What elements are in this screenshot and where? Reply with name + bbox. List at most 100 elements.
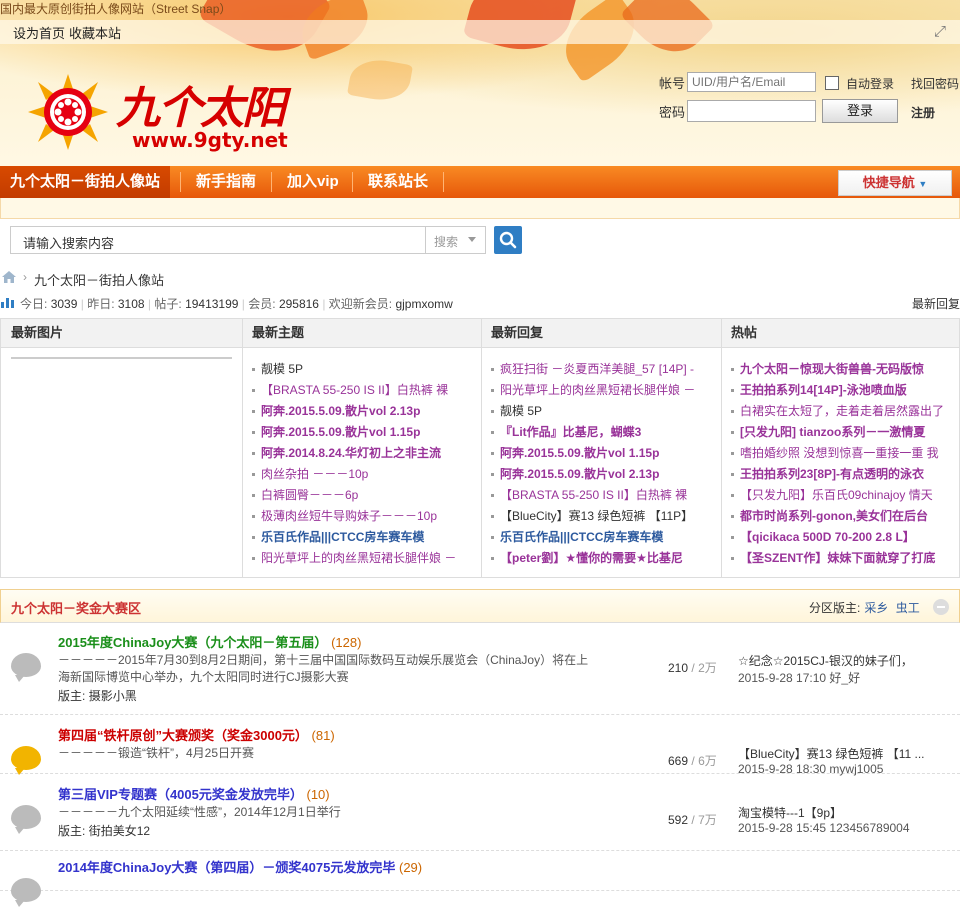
last-post-time[interactable]: 2015-9-28 15:45 — [738, 821, 826, 835]
list-item[interactable]: 【qicikaca 500D 70-200 2.8 L】 — [731, 527, 953, 548]
forum-title-link[interactable]: 第三届VIP专题赛（4005元奖金发放完毕） (10) — [58, 784, 330, 803]
list-item[interactable]: 『Lit作品』比基尼，蝴蝶3 — [491, 422, 713, 443]
list-item-title[interactable]: 阳光草坪上的肉丝黑短裙长腿伴娘 － — [500, 383, 695, 397]
list-item-title[interactable]: 【只发九阳】乐百氏09chinajoy 情天 — [740, 488, 933, 502]
list-item-title[interactable]: 【BRASTA 55-250 IS II】白热裤 裸 — [261, 383, 448, 397]
auto-login-label[interactable]: 自动登录 — [846, 75, 894, 92]
list-item[interactable]: 乐百氏作品|||CTCC房车赛车模 — [252, 527, 474, 548]
breadcrumb-current[interactable]: 九个太阳－街拍人像站 — [34, 270, 164, 289]
list-item-title[interactable]: 阿奔.2014.8.24.华灯初上之非主流 — [261, 446, 441, 460]
list-item[interactable]: 阿奔.2015.5.09.散片vol 1.15p — [252, 422, 474, 443]
list-item-title[interactable]: 嗜拍婚纱照 没想到惊喜一重接一重 我 — [740, 446, 939, 460]
login-button[interactable]: 登录 — [822, 99, 898, 123]
list-item-title[interactable]: 【圣SZENT作】妹妹下面就穿了打底 — [740, 551, 935, 565]
list-item-title[interactable]: 『Lit作品』比基尼，蝴蝶3 — [500, 425, 641, 439]
list-item-title[interactable]: 疯狂扫街 －炎夏西洋美腿_57 [14P] - — [500, 362, 694, 376]
nav-item-contact[interactable]: 联系站长 — [368, 166, 428, 198]
list-item[interactable]: 【BRASTA 55-250 IS II】白热裤 裸 — [252, 380, 474, 401]
collapse-icon[interactable] — [933, 599, 949, 615]
site-logo[interactable]: 九个太阳 www.9gty.net — [16, 66, 301, 156]
last-post-title[interactable]: ☆纪念☆2015CJ-银汉的妹子们， — [738, 652, 938, 669]
account-input[interactable] — [687, 72, 816, 92]
list-item-title[interactable]: 肉丝杂拍 －－－10p — [261, 467, 368, 481]
list-item[interactable]: 阿奔.2014.8.24.华灯初上之非主流 — [252, 443, 474, 464]
search-type-select[interactable]: 搜索 — [425, 226, 486, 254]
list-item-title[interactable]: 乐百氏作品|||CTCC房车赛车模 — [261, 530, 424, 544]
forum-title-link[interactable]: 第四届“铁杆原创”大赛颁奖（奖金3000元） (81) — [58, 725, 335, 744]
expand-icon[interactable]: ⤢ — [934, 24, 950, 40]
list-item[interactable]: [只发九阳] tianzoo系列－一激情夏 — [731, 422, 953, 443]
list-item[interactable]: 阳光草坪上的肉丝黑短裙长腿伴娘 － — [252, 548, 474, 569]
list-item-title[interactable]: 阿奔.2015.5.09.散片vol 1.15p — [500, 446, 659, 460]
tab-latest-topics[interactable]: 最新主题 — [242, 319, 481, 347]
list-item-title[interactable]: 极薄肉丝短牛导购妹子－－－10p — [261, 509, 437, 523]
list-item-title[interactable]: 王拍拍系列23[8P]-有点透明的泳衣 — [740, 467, 924, 481]
last-post-title[interactable]: 【BlueCity】赛13 绿色短裤 【11 ... — [738, 745, 938, 762]
nav-item-home[interactable]: 九个太阳－街拍人像站 — [0, 166, 170, 198]
list-item-title[interactable]: 白裤圆臀－－－6p — [261, 488, 358, 502]
list-item[interactable]: 疯狂扫街 －炎夏西洋美腿_57 [14P] - — [491, 359, 713, 380]
list-item[interactable]: 靓模 5P — [252, 359, 474, 380]
list-item-title[interactable]: 都市时尚系列-gonon,美女们在后台 — [740, 509, 928, 523]
list-item[interactable]: 靓模 5P — [491, 401, 713, 422]
list-item[interactable]: 阿奔.2015.5.09.散片vol 1.15p — [491, 443, 713, 464]
list-item[interactable]: 【圣SZENT作】妹妹下面就穿了打底 — [731, 548, 953, 569]
list-item[interactable]: 【peter劉】★懂你的需要★比基尼 — [491, 548, 713, 569]
list-item[interactable]: 阿奔.2015.5.09.散片vol 2.13p — [491, 464, 713, 485]
password-input[interactable] — [687, 100, 816, 122]
list-item-title[interactable]: 九个太阳－惊现大街兽兽-无码版惊 — [740, 362, 924, 376]
forgot-password-link[interactable]: 找回密码 — [911, 75, 959, 92]
tab-latest-replies[interactable]: 最新回复 — [481, 319, 721, 347]
list-item[interactable]: 白裙实在太短了，走着走着居然露出了 — [731, 401, 953, 422]
list-item-title[interactable]: 乐百氏作品|||CTCC房车赛车模 — [500, 530, 663, 544]
moderator-link[interactable]: 摄影小黑 — [89, 689, 137, 703]
last-post-user[interactable]: 123456789004 — [829, 821, 909, 835]
set-homepage-link[interactable]: 设为首页 — [13, 23, 65, 42]
list-item-title[interactable]: 【qicikaca 500D 70-200 2.8 L】 — [740, 530, 915, 544]
bookmark-link[interactable]: 收藏本站 — [69, 23, 121, 42]
list-item[interactable]: 阳光草坪上的肉丝黑短裙长腿伴娘 － — [491, 380, 713, 401]
list-item[interactable]: 极薄肉丝短牛导购妹子－－－10p — [252, 506, 474, 527]
list-item[interactable]: 嗜拍婚纱照 没想到惊喜一重接一重 我 — [731, 443, 953, 464]
list-item[interactable]: 肉丝杂拍 －－－10p — [252, 464, 474, 485]
auto-login-checkbox[interactable] — [825, 76, 839, 90]
list-item-title[interactable]: 【BlueCity】赛13 绿色短裤 【11P】 — [500, 509, 693, 523]
list-item-title[interactable]: 阳光草坪上的肉丝黑短裙长腿伴娘 － — [261, 551, 456, 565]
moderator-link[interactable]: 采乡 — [864, 601, 888, 615]
list-item[interactable]: 【BlueCity】赛13 绿色短裤 【11P】 — [491, 506, 713, 527]
home-icon[interactable] — [1, 270, 17, 284]
list-item[interactable]: 阿奔.2015.5.09.散片vol 2.13p — [252, 401, 474, 422]
list-item[interactable]: 【只发九阳】乐百氏09chinajoy 情天 — [731, 485, 953, 506]
list-item[interactable]: 王拍拍系列23[8P]-有点透明的泳衣 — [731, 464, 953, 485]
list-item-title[interactable]: 靓模 5P — [500, 404, 542, 418]
list-item-title[interactable]: 白裙实在太短了，走着走着居然露出了 — [740, 404, 944, 418]
last-post-title[interactable]: 淘宝模特---1【9p】 — [738, 804, 938, 821]
list-item-title[interactable]: 阿奔.2015.5.09.散片vol 1.15p — [261, 425, 420, 439]
quick-nav-button[interactable]: 快捷导航 ▼ — [838, 170, 952, 196]
list-item-title[interactable]: 【BRASTA 55-250 IS II】白热裤 裸 — [500, 488, 687, 502]
list-item-title[interactable]: 阿奔.2015.5.09.散片vol 2.13p — [261, 404, 420, 418]
list-item[interactable]: 都市时尚系列-gonon,美女们在后台 — [731, 506, 953, 527]
list-item-title[interactable]: 靓模 5P — [261, 362, 303, 376]
search-button[interactable] — [494, 226, 522, 254]
last-post-user[interactable]: 好_好 — [829, 671, 860, 685]
forum-title-link[interactable]: 2014年度ChinaJoy大赛（第四届）－颁奖4075元发放完毕 (29) — [58, 857, 422, 876]
list-item[interactable]: 王拍拍系列14[14P]-泳池喷血版 — [731, 380, 953, 401]
last-post-time[interactable]: 2015-9-28 17:10 — [738, 671, 826, 685]
list-item-title[interactable]: [只发九阳] tianzoo系列－一激情夏 — [740, 425, 925, 439]
list-item[interactable]: 白裤圆臀－－－6p — [252, 485, 474, 506]
list-item[interactable]: 乐百氏作品|||CTCC房车赛车模 — [491, 527, 713, 548]
latest-reply-link[interactable]: 最新回复 — [912, 295, 960, 312]
tab-hot-posts[interactable]: 热帖 — [721, 319, 959, 347]
section-title[interactable]: 九个太阳－奖金大赛区 — [11, 598, 141, 617]
register-link[interactable]: 注册 — [911, 104, 935, 121]
moderator-link[interactable]: 虫工 — [896, 601, 920, 615]
newest-member-link[interactable]: gjpmxomw — [395, 297, 452, 311]
search-input[interactable]: 请输入搜索内容 — [10, 226, 425, 254]
forum-title-link[interactable]: 2015年度ChinaJoy大赛（九个太阳－第五届） (128) — [58, 632, 361, 651]
moderator-link[interactable]: 街拍美女12 — [89, 824, 150, 838]
list-item-title[interactable]: 阿奔.2015.5.09.散片vol 2.13p — [500, 467, 659, 481]
list-item[interactable]: 九个太阳－惊现大街兽兽-无码版惊 — [731, 359, 953, 380]
list-item-title[interactable]: 王拍拍系列14[14P]-泳池喷血版 — [740, 383, 907, 397]
nav-item-guide[interactable]: 新手指南 — [196, 166, 256, 198]
